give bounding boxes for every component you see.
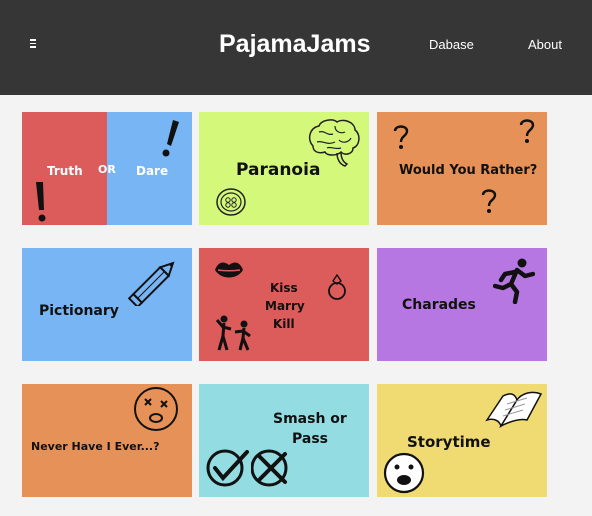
truth-label: Truth <box>47 164 83 178</box>
pictionary-label: Pictionary <box>39 303 119 319</box>
kill-label: Kill <box>273 317 295 331</box>
game-card-charades[interactable]: Charades <box>377 248 547 361</box>
coin-icon <box>216 188 246 216</box>
or-label: OR <box>98 163 116 176</box>
ring-icon <box>328 273 346 300</box>
hamburger-menu-button[interactable] <box>30 37 42 51</box>
surprised-face-icon <box>383 452 425 494</box>
top-navbar: PajamaJams Dabase About <box>0 0 592 95</box>
cross-circle-icon <box>251 449 288 487</box>
exclamation-icon <box>36 182 46 222</box>
game-card-smash-or-pass[interactable]: Smash or Pass <box>199 384 369 497</box>
question-mark-icon <box>519 119 535 143</box>
game-card-storytime[interactable]: Storytime <box>377 384 547 497</box>
exclamation-icon <box>162 120 179 157</box>
dizzy-face-icon <box>134 387 178 431</box>
marry-label: Marry <box>265 299 305 313</box>
charades-label: Charades <box>402 297 476 313</box>
never-have-i-ever-label: Never Have I Ever...? <box>31 440 160 453</box>
nav-link-dabase[interactable]: Dabase <box>429 37 474 52</box>
site-brand[interactable]: PajamaJams <box>219 30 371 59</box>
would-you-rather-label: Would You Rather? <box>399 163 538 178</box>
game-card-pictionary[interactable]: Pictionary <box>22 248 192 361</box>
brain-icon <box>308 119 360 167</box>
nav-link-about[interactable]: About <box>528 37 562 52</box>
dare-label: Dare <box>136 164 169 178</box>
game-card-truth-or-dare[interactable]: Truth OR Dare <box>22 112 192 225</box>
game-card-never-have-i-ever[interactable]: Never Have I Ever...? <box>22 384 192 497</box>
open-book-icon <box>485 391 543 428</box>
pencil-icon <box>128 261 175 306</box>
smash-or-label: Smash or <box>273 411 347 427</box>
checkmark-circle-icon <box>206 449 249 487</box>
question-mark-icon <box>481 189 497 213</box>
kiss-label: Kiss <box>270 281 298 295</box>
storytime-label: Storytime <box>407 433 491 451</box>
running-person-icon <box>493 258 535 304</box>
pass-label: Pass <box>292 431 328 447</box>
game-card-would-you-rather[interactable]: Would You Rather? <box>377 112 547 225</box>
question-mark-icon <box>393 125 409 149</box>
game-card-paranoia[interactable]: Paranoia <box>199 112 369 225</box>
lips-icon <box>215 262 243 278</box>
game-card-kiss-marry-kill[interactable]: Kiss Marry Kill <box>199 248 369 361</box>
fighting-figures-icon <box>215 315 251 351</box>
